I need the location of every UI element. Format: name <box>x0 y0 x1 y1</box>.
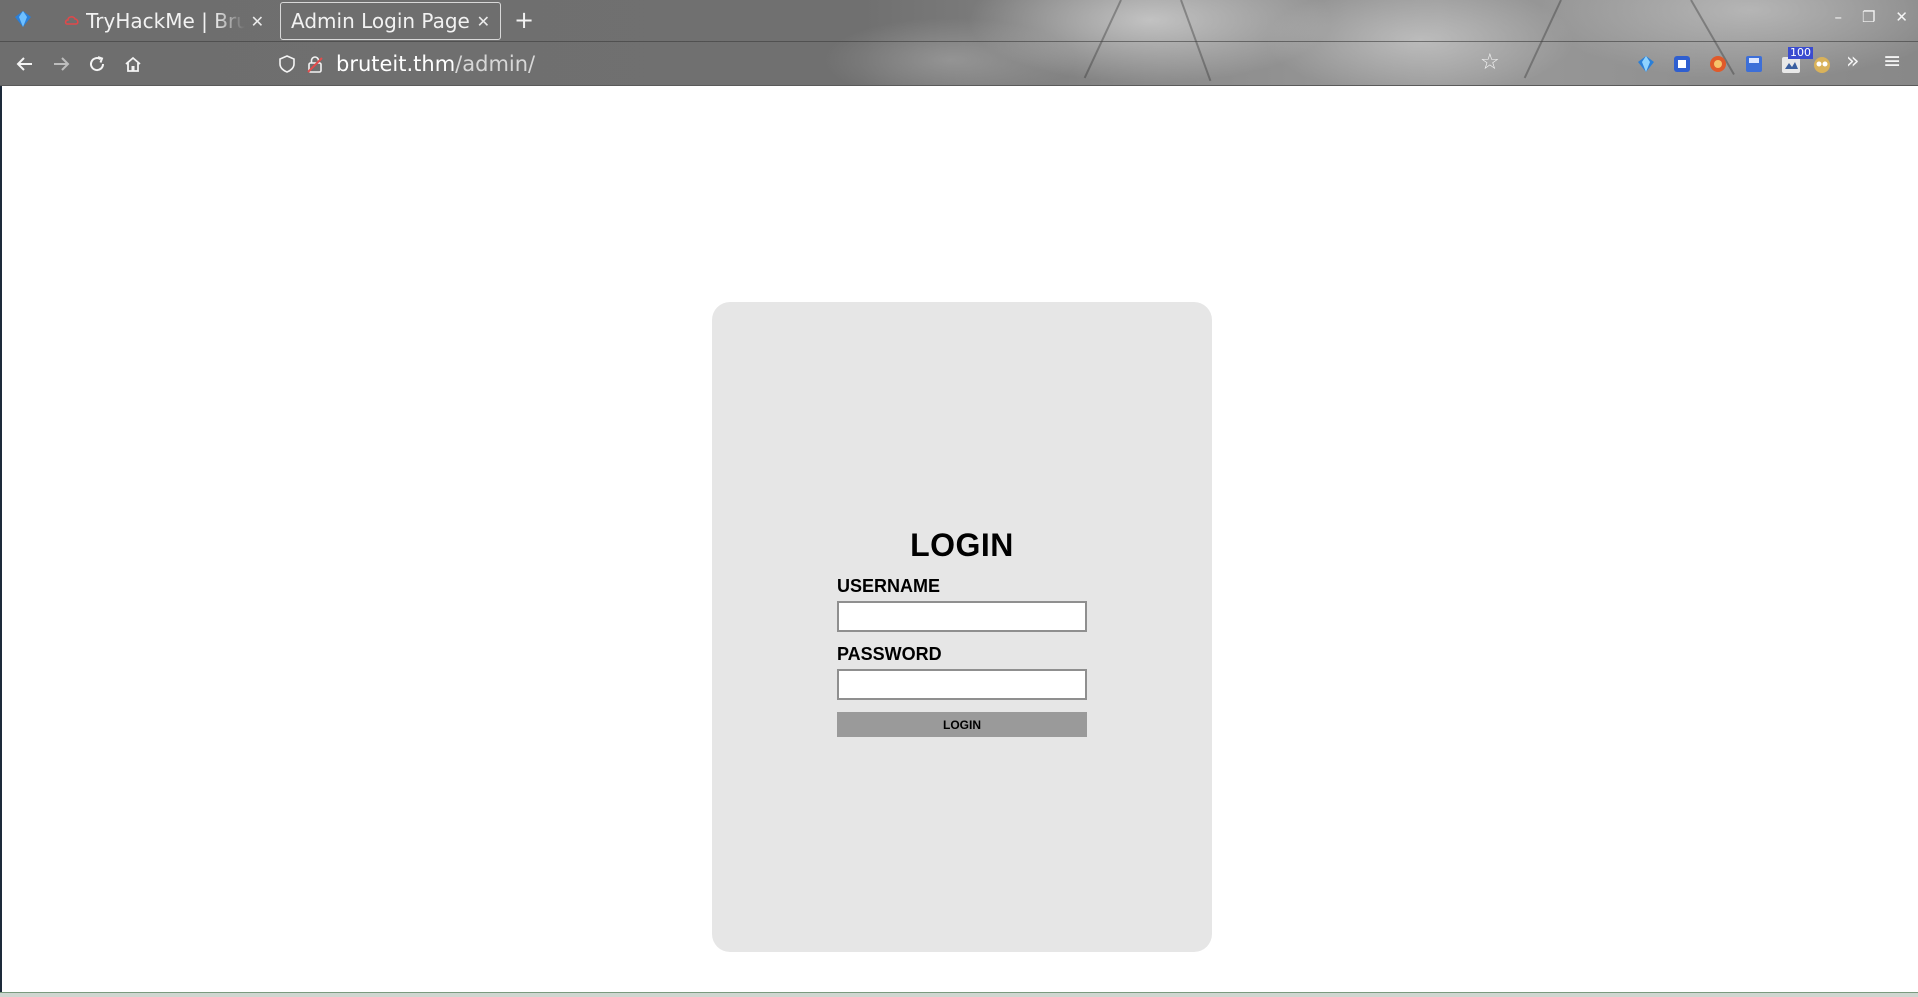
tab-tryhackme[interactable]: TryHackMe | Brute It ✕ <box>54 2 274 40</box>
extension-fox-icon[interactable] <box>1708 54 1728 74</box>
forward-button[interactable] <box>48 51 74 77</box>
extension-gem-icon[interactable] <box>1636 54 1656 74</box>
chevron-double-right-icon[interactable]: » <box>1846 49 1859 74</box>
tab-title: Admin Login Page <box>291 9 470 33</box>
username-label: USERNAME <box>837 576 941 596</box>
home-button[interactable] <box>120 51 146 77</box>
url-host: bruteit.thm <box>336 52 456 76</box>
hamburger-menu-icon[interactable]: ≡ <box>1883 49 1901 74</box>
arrow-left-icon <box>16 57 32 71</box>
tab-bar: TryHackMe | Brute It ✕ Admin Login Page … <box>0 0 1918 42</box>
minimize-icon[interactable]: – <box>1834 8 1842 26</box>
username-input[interactable] <box>837 601 1087 632</box>
tab-title: TryHackMe | Brute It <box>86 9 245 33</box>
login-button[interactable]: LOGIN <box>837 712 1087 737</box>
login-form: LOGIN USERNAME PASSWORD LOGIN <box>837 527 1087 737</box>
extension-owl-icon[interactable] <box>1812 54 1832 74</box>
home-icon <box>125 56 141 72</box>
restore-icon[interactable]: ❐ <box>1862 8 1875 26</box>
nav-bar: bruteit.thm/admin/ ☆ 100 » ≡ <box>0 43 1918 86</box>
url-bar[interactable]: bruteit.thm/admin/ <box>270 47 1510 81</box>
extension-badge: 100 <box>1788 46 1813 59</box>
page-viewport: LOGIN USERNAME PASSWORD LOGIN <box>0 86 1918 997</box>
extension-save-icon[interactable] <box>1744 54 1764 74</box>
tab-admin-login[interactable]: Admin Login Page ✕ <box>280 2 501 40</box>
browser-app-icon[interactable] <box>14 10 32 28</box>
bookmark-star-icon[interactable]: ☆ <box>1480 50 1500 75</box>
window-controls: – ❐ ✕ <box>1834 8 1908 26</box>
tryhackme-favicon-icon <box>64 16 79 25</box>
extension-shield-icon[interactable] <box>1672 54 1692 74</box>
back-button[interactable] <box>12 51 38 77</box>
status-strip <box>0 992 1918 997</box>
reload-button[interactable] <box>84 51 110 77</box>
close-tab-icon[interactable]: ✕ <box>251 12 264 31</box>
close-window-icon[interactable]: ✕ <box>1895 8 1908 26</box>
new-tab-button[interactable]: + <box>514 6 534 34</box>
close-tab-icon[interactable]: ✕ <box>477 12 490 31</box>
arrow-right-icon <box>54 57 70 71</box>
password-label: PASSWORD <box>837 644 942 664</box>
login-heading: LOGIN <box>910 527 1014 563</box>
shield-icon[interactable] <box>278 55 296 73</box>
login-card: LOGIN USERNAME PASSWORD LOGIN <box>712 302 1212 952</box>
lock-insecure-icon[interactable] <box>306 55 324 73</box>
password-input[interactable] <box>837 669 1087 700</box>
extension-counter-icon[interactable]: 100 <box>1780 47 1813 75</box>
reload-icon <box>90 56 105 72</box>
browser-chrome: TryHackMe | Brute It ✕ Admin Login Page … <box>0 0 1918 86</box>
url-path: /admin/ <box>455 52 536 76</box>
